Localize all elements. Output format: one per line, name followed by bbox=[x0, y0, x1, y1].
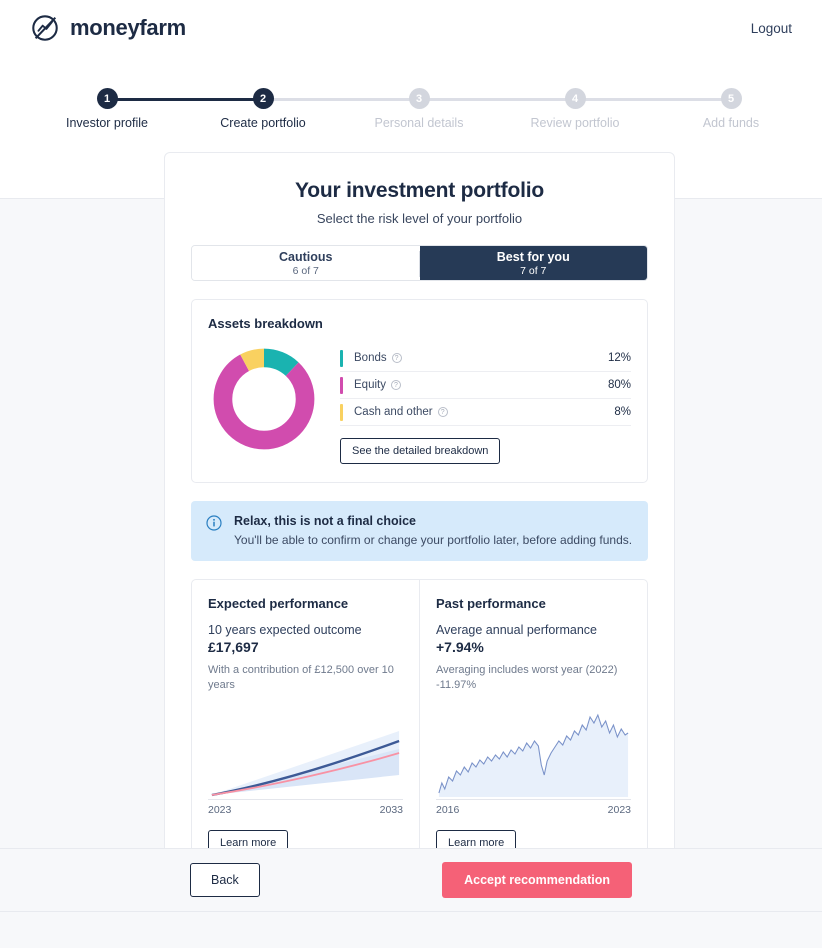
legend-item-bonds: Bonds? 12% bbox=[340, 345, 631, 372]
accept-recommendation-button[interactable]: Accept recommendation bbox=[442, 862, 632, 898]
performance-card: Expected performance 10 years expected o… bbox=[191, 579, 648, 873]
past-performance-title: Past performance bbox=[436, 596, 546, 611]
logout-link[interactable]: Logout bbox=[751, 21, 792, 36]
step-label-5: Add funds bbox=[702, 116, 760, 130]
expected-performance-note: With a contribution of £12,500 over 10 y… bbox=[208, 664, 394, 691]
step-add-funds[interactable]: 5 Add funds bbox=[671, 78, 791, 130]
info-question-icon-bonds[interactable]: ? bbox=[391, 353, 402, 363]
step-create-portfolio[interactable]: 2 Create portfolio bbox=[203, 78, 323, 130]
donut-slice-equity bbox=[213, 348, 315, 450]
portfolio-modal: Your investment portfolio Select the ris… bbox=[164, 152, 675, 912]
assets-breakdown-card: Assets breakdown Bonds? 12% Equity ? 80%… bbox=[191, 299, 648, 483]
expected-axis-end: 2033 bbox=[379, 803, 403, 816]
expected-performance-chart bbox=[208, 703, 403, 799]
step-personal-details[interactable]: 3 Personal details bbox=[359, 78, 479, 130]
historical-area-chart-icon bbox=[438, 713, 629, 797]
legend-label-cash: Cash and other? bbox=[354, 406, 448, 418]
info-banner-text: You'll be able to confirm or change your… bbox=[234, 533, 633, 547]
past-performance-subtitle: Average annual performance bbox=[436, 623, 597, 637]
legend-value-bonds: 12% bbox=[607, 352, 631, 364]
legend-color-equity bbox=[340, 376, 343, 394]
risk-option-best-sub: 7 of 7 bbox=[520, 264, 547, 277]
info-banner-title: Relax, this is not a final choice bbox=[234, 514, 416, 528]
expected-performance-title: Expected performance bbox=[208, 596, 349, 611]
assets-legend: Bonds? 12% Equity? 80% Cash and other? 8… bbox=[340, 341, 631, 464]
legend-label-equity: Equity? bbox=[354, 379, 401, 391]
page-subtitle: Select the risk level of your portfolio bbox=[316, 211, 523, 226]
page-title: Your investment portfolio bbox=[295, 179, 544, 202]
risk-option-best-for-you[interactable]: Best for you 7 of 7 bbox=[419, 246, 647, 280]
legend-label-bonds: Bonds? bbox=[354, 352, 402, 364]
step-label-3: Personal details bbox=[374, 116, 464, 130]
step-investor-profile[interactable]: 1 Investor profile bbox=[47, 78, 167, 130]
assets-donut-chart bbox=[208, 341, 320, 464]
step-number-1: 1 bbox=[96, 88, 118, 109]
brand-name: moneyfarm bbox=[70, 15, 186, 40]
app-header: moneyfarm Logout bbox=[0, 0, 822, 56]
expected-performance-subtitle: 10 years expected outcome bbox=[208, 623, 362, 637]
risk-option-cautious-sub: 6 of 7 bbox=[292, 264, 319, 277]
risk-level-toggle[interactable]: Cautious 6 of 7 Best for you 7 of 7 bbox=[191, 245, 648, 281]
risk-option-cautious-name: Cautious bbox=[279, 249, 333, 264]
step-number-3: 3 bbox=[408, 88, 430, 109]
info-question-icon-cash[interactable]: ? bbox=[437, 407, 448, 417]
risk-option-best-name: Best for you bbox=[496, 249, 570, 264]
donut-chart-icon bbox=[213, 348, 315, 450]
step-label-2: Create portfolio bbox=[220, 116, 306, 130]
legend-item-cash: Cash and other? 8% bbox=[340, 399, 631, 426]
risk-option-cautious[interactable]: Cautious 6 of 7 bbox=[192, 246, 420, 280]
progress-stepper: 1 Investor profile 2 Create portfolio 3 … bbox=[0, 78, 822, 138]
back-button[interactable]: Back bbox=[190, 863, 260, 897]
past-performance-value: +7.94% bbox=[436, 639, 484, 655]
step-review-portfolio[interactable]: 4 Review portfolio bbox=[515, 78, 635, 130]
past-performance-chart bbox=[436, 703, 631, 799]
past-performance-note: Averaging includes worst year (2022) -11… bbox=[436, 664, 618, 691]
action-footer: Back Accept recommendation bbox=[0, 848, 822, 912]
step-number-5: 5 bbox=[720, 88, 742, 109]
moneyfarm-circle-chart-logo-icon bbox=[32, 15, 58, 41]
legend-value-cash: 8% bbox=[614, 406, 631, 418]
expected-axis-start: 2023 bbox=[208, 803, 232, 816]
legend-color-bonds bbox=[340, 349, 343, 367]
past-performance-column: Past performance Average annual performa… bbox=[419, 580, 647, 872]
expected-performance-axis: 2023 2033 bbox=[208, 798, 403, 816]
legend-item-equity: Equity? 80% bbox=[340, 372, 631, 399]
legend-value-equity: 80% bbox=[607, 379, 631, 391]
info-circle-icon bbox=[206, 514, 222, 547]
expected-performance-value: £17,697 bbox=[208, 639, 259, 655]
step-label-1: Investor profile bbox=[66, 116, 148, 130]
past-axis-end: 2023 bbox=[607, 803, 631, 816]
legend-color-cash bbox=[340, 403, 343, 421]
step-number-4: 4 bbox=[564, 88, 586, 109]
past-performance-axis: 2016 2023 bbox=[436, 798, 631, 816]
expected-performance-column: Expected performance 10 years expected o… bbox=[192, 580, 419, 872]
info-banner: Relax, this is not a final choice You'll… bbox=[191, 501, 648, 561]
projection-fan-chart-icon bbox=[211, 730, 400, 796]
brand-logo: moneyfarm bbox=[30, 13, 186, 43]
assets-breakdown-title: Assets breakdown bbox=[208, 316, 323, 331]
see-detailed-breakdown-button[interactable]: See the detailed breakdown bbox=[340, 438, 501, 464]
step-number-2: 2 bbox=[252, 88, 274, 109]
info-question-icon-equity[interactable]: ? bbox=[390, 380, 401, 390]
step-label-4: Review portfolio bbox=[530, 116, 620, 130]
past-axis-start: 2016 bbox=[436, 803, 460, 816]
